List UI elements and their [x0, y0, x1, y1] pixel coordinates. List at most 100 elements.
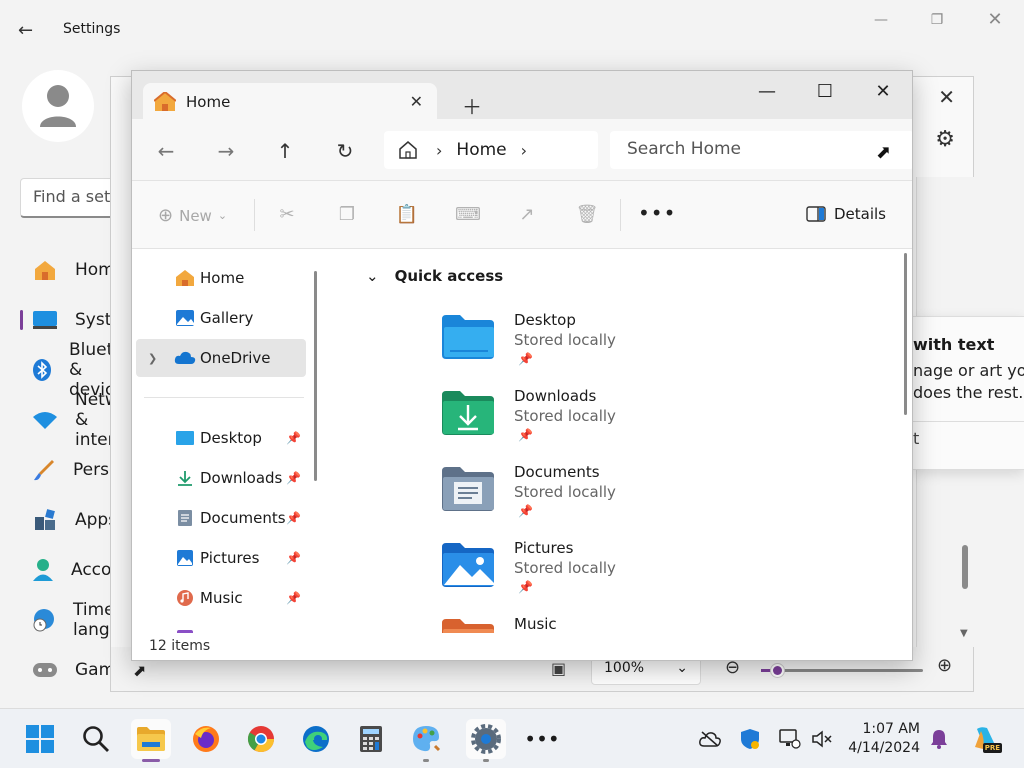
sidebar-item-home[interactable]: Home — [136, 259, 306, 297]
zoom-slider[interactable] — [761, 663, 923, 678]
music-folder-icon — [442, 619, 494, 633]
taskbar-settings[interactable] — [466, 719, 506, 762]
quick-access-header[interactable]: ⌄ Quick access — [366, 267, 503, 285]
taskbar-firefox[interactable] — [186, 719, 226, 759]
pin-icon[interactable]: 📌 — [286, 591, 301, 605]
status-bar: 12 items — [132, 633, 912, 660]
sidebar-item-label: OneDrive — [200, 349, 271, 367]
up-icon[interactable]: ↑ — [272, 138, 298, 164]
chevron-right-icon[interactable]: › — [436, 141, 442, 160]
search-button[interactable] — [76, 719, 116, 759]
forward-icon[interactable]: → — [213, 138, 239, 164]
clock[interactable]: 1:07 AM 4/14/2024 — [840, 720, 920, 758]
gear-icon — [471, 724, 501, 754]
taskbar-chrome[interactable] — [241, 719, 281, 759]
taskbar-edge[interactable] — [296, 719, 336, 759]
start-button[interactable] — [20, 719, 60, 759]
folder-item-desktop[interactable]: Desktop Stored locally 📌 — [440, 311, 740, 381]
cloud-offline-icon[interactable] — [698, 727, 722, 751]
close-tab-icon[interactable]: ✕ — [410, 92, 423, 111]
calculator-icon — [360, 726, 382, 752]
network-icon[interactable] — [778, 727, 802, 751]
sidebar-item-gallery[interactable]: Gallery — [136, 299, 306, 337]
folder-item-pictures[interactable]: Pictures Stored locally 📌 — [440, 539, 740, 609]
taskbar-file-explorer[interactable] — [131, 719, 171, 762]
chevron-right-icon[interactable]: ❯ — [148, 352, 157, 365]
tab-home[interactable]: Home ✕ — [143, 83, 437, 121]
pin-icon: 📌 — [518, 428, 533, 442]
quick-access-title: Quick access — [394, 267, 504, 285]
tab-label: Home — [186, 93, 231, 111]
search-input[interactable]: Search Home — [610, 131, 912, 169]
close-icon[interactable]: ✕ — [854, 79, 912, 105]
rename-icon[interactable]: ⌨ — [455, 203, 481, 227]
new-tab-button[interactable]: ＋ — [462, 91, 482, 120]
scroll-down-icon[interactable]: ▼ — [960, 628, 968, 639]
folder-item-downloads[interactable]: Downloads Stored locally 📌 — [440, 387, 740, 457]
copilot-icon[interactable]: PRE — [970, 727, 1002, 753]
pointer-tool-icon[interactable]: ⬈ — [133, 661, 146, 680]
back-arrow-icon[interactable]: ← — [18, 20, 42, 42]
back-icon[interactable]: ← — [153, 138, 179, 164]
minimize-icon[interactable]: — — [738, 79, 796, 105]
zoom-value: 100% — [604, 660, 645, 676]
copy-icon[interactable]: ❐ — [335, 203, 359, 227]
share-icon[interactable]: ↗ — [515, 203, 539, 227]
folder-name: Pictures — [514, 539, 574, 557]
pin-icon[interactable]: 📌 — [286, 471, 301, 485]
volume-muted-icon[interactable] — [810, 727, 834, 751]
mouse-cursor-icon: ⬈ — [876, 142, 892, 163]
windows-logo-icon — [26, 725, 54, 753]
plus-circle-icon: ⊕ — [158, 205, 174, 226]
minimize-icon[interactable]: — — [858, 8, 904, 32]
sidebar-item-onedrive[interactable]: ❯ OneDrive — [136, 339, 306, 377]
security-shield-icon[interactable] — [738, 727, 762, 751]
pin-icon[interactable]: 📌 — [286, 511, 301, 525]
sidebar-item-music[interactable]: Music 📌 — [136, 579, 306, 617]
picture-icon — [174, 547, 196, 569]
scrollbar-thumb[interactable] — [314, 271, 317, 481]
restore-icon[interactable]: ❐ — [914, 8, 960, 32]
delete-icon[interactable]: 🗑 — [575, 203, 599, 227]
fit-to-window-icon[interactable]: ▣ — [551, 659, 566, 678]
brush-icon — [32, 457, 56, 483]
scrollbar-thumb[interactable] — [904, 253, 907, 415]
cut-icon[interactable]: ✂ — [275, 203, 299, 227]
pin-icon[interactable]: 📌 — [286, 551, 301, 565]
search-icon — [83, 726, 109, 752]
sidebar-item-downloads[interactable]: Downloads 📌 — [136, 459, 306, 497]
notification-bell-icon[interactable] — [927, 727, 951, 751]
paste-icon[interactable]: 📋 — [395, 203, 419, 227]
address-bar[interactable]: › Home › — [384, 131, 598, 169]
folder-status: Stored locally — [514, 483, 616, 501]
folder-item-music[interactable]: Music — [440, 615, 740, 633]
sidebar-item-documents[interactable]: Documents 📌 — [136, 499, 306, 537]
popup-text: nage or art you — [913, 361, 1024, 380]
more-options-icon[interactable]: ••• — [638, 201, 676, 225]
close-icon[interactable]: ✕ — [972, 8, 1018, 32]
sidebar-item-desktop[interactable]: Desktop 📌 — [136, 419, 306, 457]
maximize-icon[interactable]: ☐ — [796, 79, 854, 105]
gear-icon[interactable]: ⚙ — [935, 127, 955, 152]
pin-icon[interactable]: 📌 — [286, 431, 301, 445]
avatar[interactable] — [22, 70, 94, 142]
scrollbar-thumb[interactable] — [962, 545, 968, 589]
breadcrumb-home[interactable]: Home — [456, 140, 506, 160]
popup-action[interactable]: t — [913, 429, 919, 448]
sidebar-item-pictures[interactable]: Pictures 📌 — [136, 539, 306, 577]
taskbar-calculator[interactable] — [351, 719, 391, 759]
chevron-right-icon[interactable]: › — [521, 141, 527, 160]
new-button[interactable]: ⊕ New ⌄ — [158, 205, 227, 226]
folder-item-documents[interactable]: Documents Stored locally 📌 — [440, 463, 740, 533]
close-icon[interactable]: ✕ — [938, 85, 955, 109]
taskbar-paint[interactable] — [406, 719, 446, 762]
refresh-icon[interactable]: ↻ — [332, 138, 358, 164]
more-apps-icon[interactable]: ••• — [522, 719, 562, 759]
popup-text: does the rest. — [913, 383, 1024, 402]
zoom-in-icon[interactable]: ⊕ — [937, 655, 952, 676]
sidebar-item-videos[interactable] — [136, 619, 306, 633]
divider — [620, 199, 621, 231]
sidebar-item-label: Music — [200, 589, 243, 607]
details-button[interactable]: Details — [806, 205, 886, 223]
pin-icon: 📌 — [518, 352, 533, 366]
